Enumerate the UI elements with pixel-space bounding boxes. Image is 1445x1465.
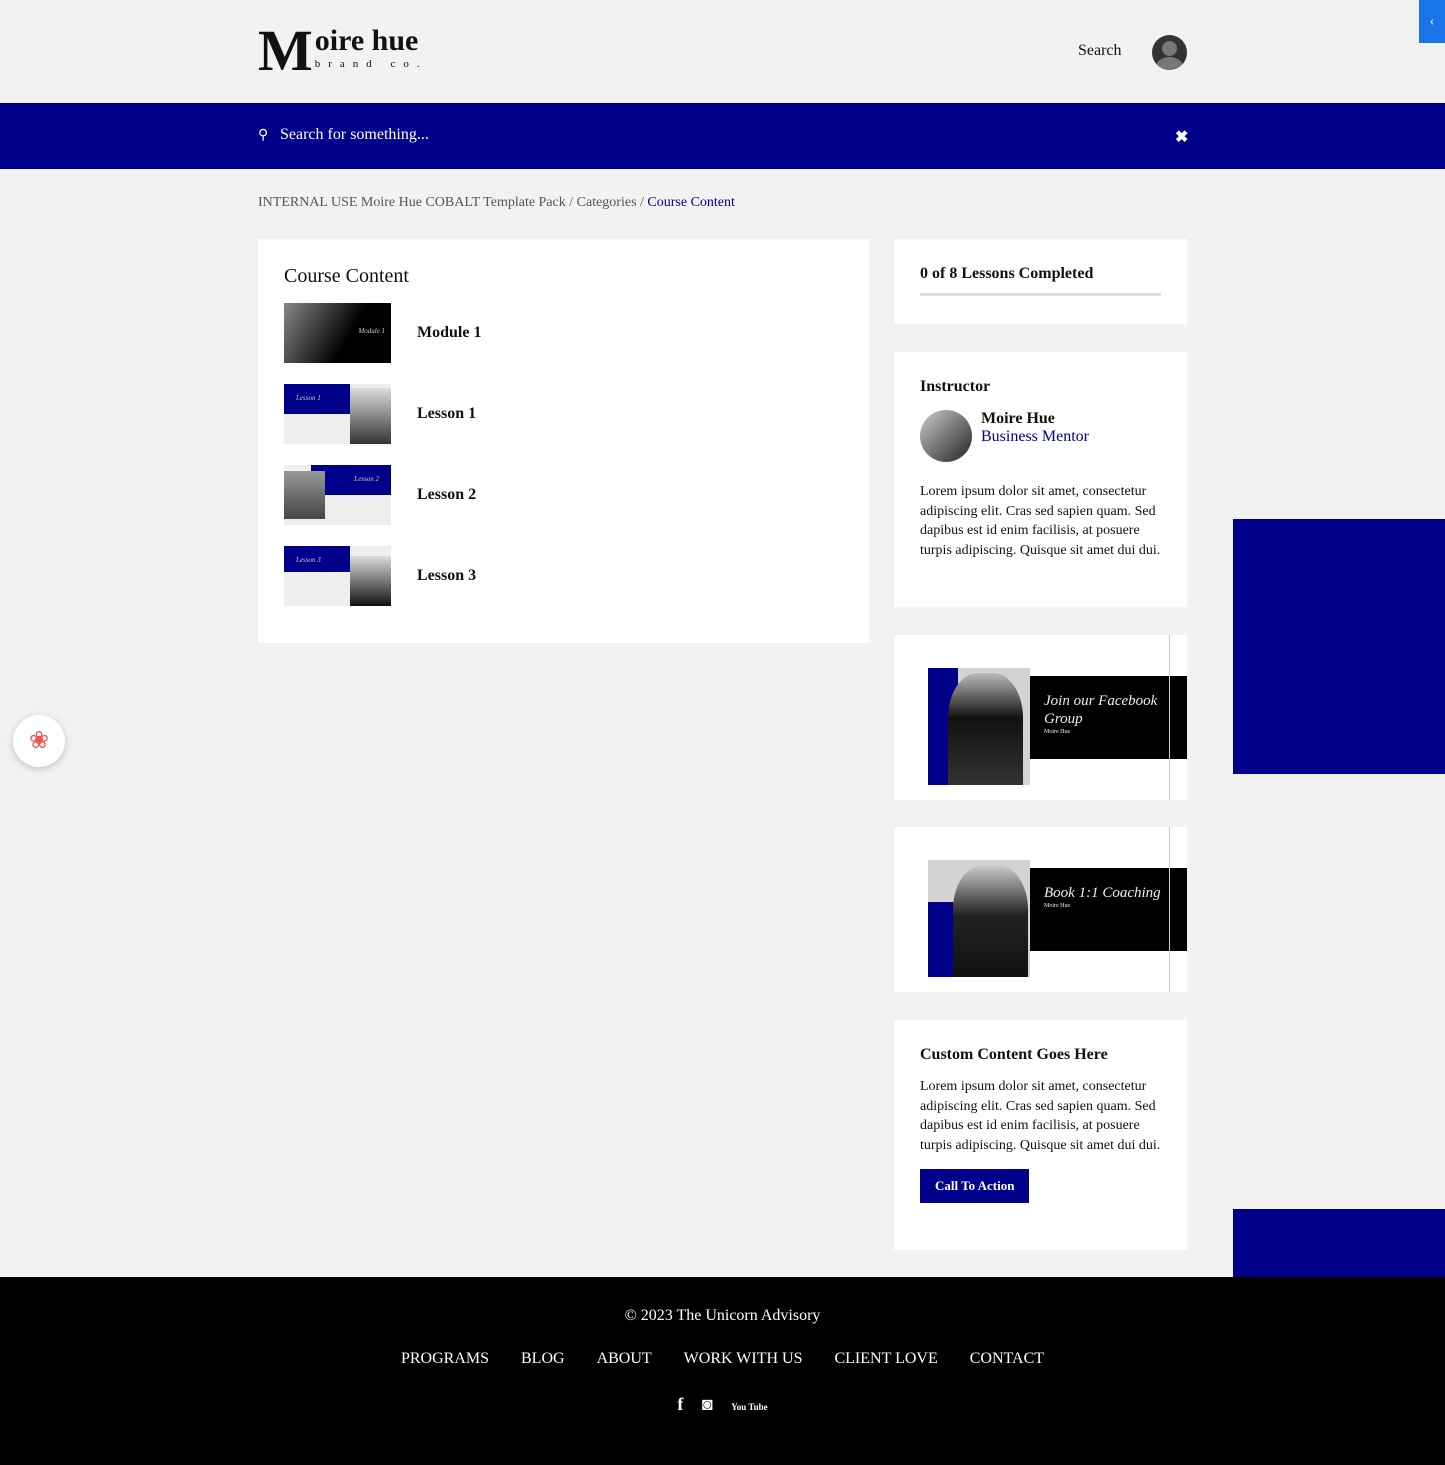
- breadcrumb-current: Course Content: [647, 195, 735, 210]
- course-item-label: Lesson 3: [417, 567, 477, 584]
- instructor-bio: Lorem ipsum dolor sit amet, consectetur …: [920, 484, 1161, 558]
- coaching-banner[interactable]: Book 1:1 Coaching Moire Hue: [894, 827, 1187, 992]
- promo-title: Book 1:1 Coaching: [1044, 885, 1161, 901]
- user-avatar[interactable]: [1152, 35, 1187, 70]
- instructor-avatar: [920, 410, 972, 462]
- promo-brand: Moire Hue: [1044, 903, 1071, 909]
- course-title: Course Content: [284, 265, 409, 287]
- progress-card: 0 of 8 Lessons Completed: [894, 239, 1187, 324]
- breadcrumb-separator: /: [640, 195, 644, 210]
- site-footer: © 2023 The Unicorn Advisory PROGRAMS BLO…: [0, 1277, 1445, 1465]
- course-item-label: Lesson 1: [417, 405, 477, 422]
- close-icon[interactable]: ✖: [1175, 127, 1188, 147]
- search-bar: ⚲ Search for something... ✖: [0, 103, 1445, 169]
- search-input[interactable]: Search for something...: [280, 126, 429, 144]
- breadcrumb: INTERNAL USE Moire Hue COBALT Template P…: [258, 195, 735, 211]
- progress-text: 0 of 8 Lessons Completed: [920, 265, 1094, 282]
- custom-title: Custom Content Goes Here: [920, 1046, 1108, 1063]
- course-item[interactable]: Lesson 3 Lesson 3: [284, 546, 843, 606]
- footer-link-work-with-us[interactable]: WORK WITH US: [684, 1350, 803, 1367]
- course-item-label: Lesson 2: [417, 486, 477, 503]
- breadcrumb-separator: /: [569, 195, 574, 210]
- lesson-thumbnail: Lesson 3: [284, 546, 391, 606]
- logo[interactable]: M oire hue brand co.: [258, 18, 428, 83]
- instructor-name: Moire Hue: [981, 410, 1055, 427]
- promo-brand: Moire Hue: [1044, 729, 1071, 735]
- logo-text: oire hue: [314, 24, 419, 57]
- logo-mark: M: [258, 18, 313, 83]
- cookie-icon[interactable]: ❀: [13, 715, 65, 767]
- facebook-group-banner[interactable]: Join our Facebook Group Moire Hue: [894, 635, 1187, 800]
- breadcrumb-item[interactable]: Categories: [577, 195, 637, 210]
- header-search-link[interactable]: Search: [1078, 42, 1122, 60]
- instagram-icon[interactable]: ◙: [702, 1394, 713, 1414]
- breadcrumb-item[interactable]: INTERNAL USE Moire Hue COBALT Template P…: [258, 195, 566, 210]
- progress-bar: [920, 293, 1161, 296]
- lesson-thumbnail: Lesson 2: [284, 465, 391, 525]
- promo-title: Join our Facebook Group: [1044, 693, 1158, 727]
- youtube-icon[interactable]: You Tube: [731, 1402, 767, 1412]
- promo-image: [928, 860, 1030, 977]
- course-item[interactable]: Module 1 Module 1: [284, 303, 843, 363]
- decorative-block: [1233, 1209, 1445, 1277]
- lesson-thumbnail: Lesson 1: [284, 384, 391, 444]
- instructor-heading: Instructor: [920, 378, 991, 395]
- decorative-block: [1233, 519, 1445, 774]
- footer-link-contact[interactable]: CONTACT: [970, 1350, 1044, 1367]
- custom-body: Lorem ipsum dolor sit amet, consectetur …: [920, 1079, 1161, 1153]
- collapse-chevron-icon[interactable]: ‹: [1419, 0, 1445, 43]
- course-item[interactable]: Lesson 1 Lesson 1: [284, 384, 843, 444]
- logo-sub: brand co.: [314, 58, 428, 70]
- search-icon: ⚲: [258, 128, 269, 143]
- promo-image: [928, 668, 1030, 785]
- facebook-icon[interactable]: f: [677, 1394, 683, 1414]
- footer-link-blog[interactable]: BLOG: [521, 1350, 565, 1367]
- custom-content-card: Custom Content Goes Here Lorem ipsum dol…: [894, 1020, 1187, 1250]
- course-item[interactable]: Lesson 2 Lesson 2: [284, 465, 843, 525]
- course-content-card: Course Content Module 1 Module 1 Lesson …: [258, 239, 869, 643]
- course-item-label: Module 1: [417, 324, 482, 341]
- instructor-role: Business Mentor: [981, 428, 1089, 445]
- footer-link-programs[interactable]: PROGRAMS: [401, 1350, 489, 1367]
- footer-link-about[interactable]: ABOUT: [597, 1350, 652, 1367]
- footer-link-client-love[interactable]: CLIENT LOVE: [834, 1350, 937, 1367]
- copyright: © 2023 The Unicorn Advisory: [624, 1307, 821, 1324]
- call-to-action-button[interactable]: Call To Action: [920, 1169, 1030, 1203]
- instructor-card: Instructor Moire Hue Business Mentor Lore…: [894, 352, 1187, 607]
- footer-nav: PROGRAMS BLOG ABOUT WORK WITH US CLIENT …: [0, 1350, 1445, 1368]
- module-thumbnail: Module 1: [284, 303, 391, 363]
- site-header: M oire hue brand co. Search ‹: [0, 0, 1445, 103]
